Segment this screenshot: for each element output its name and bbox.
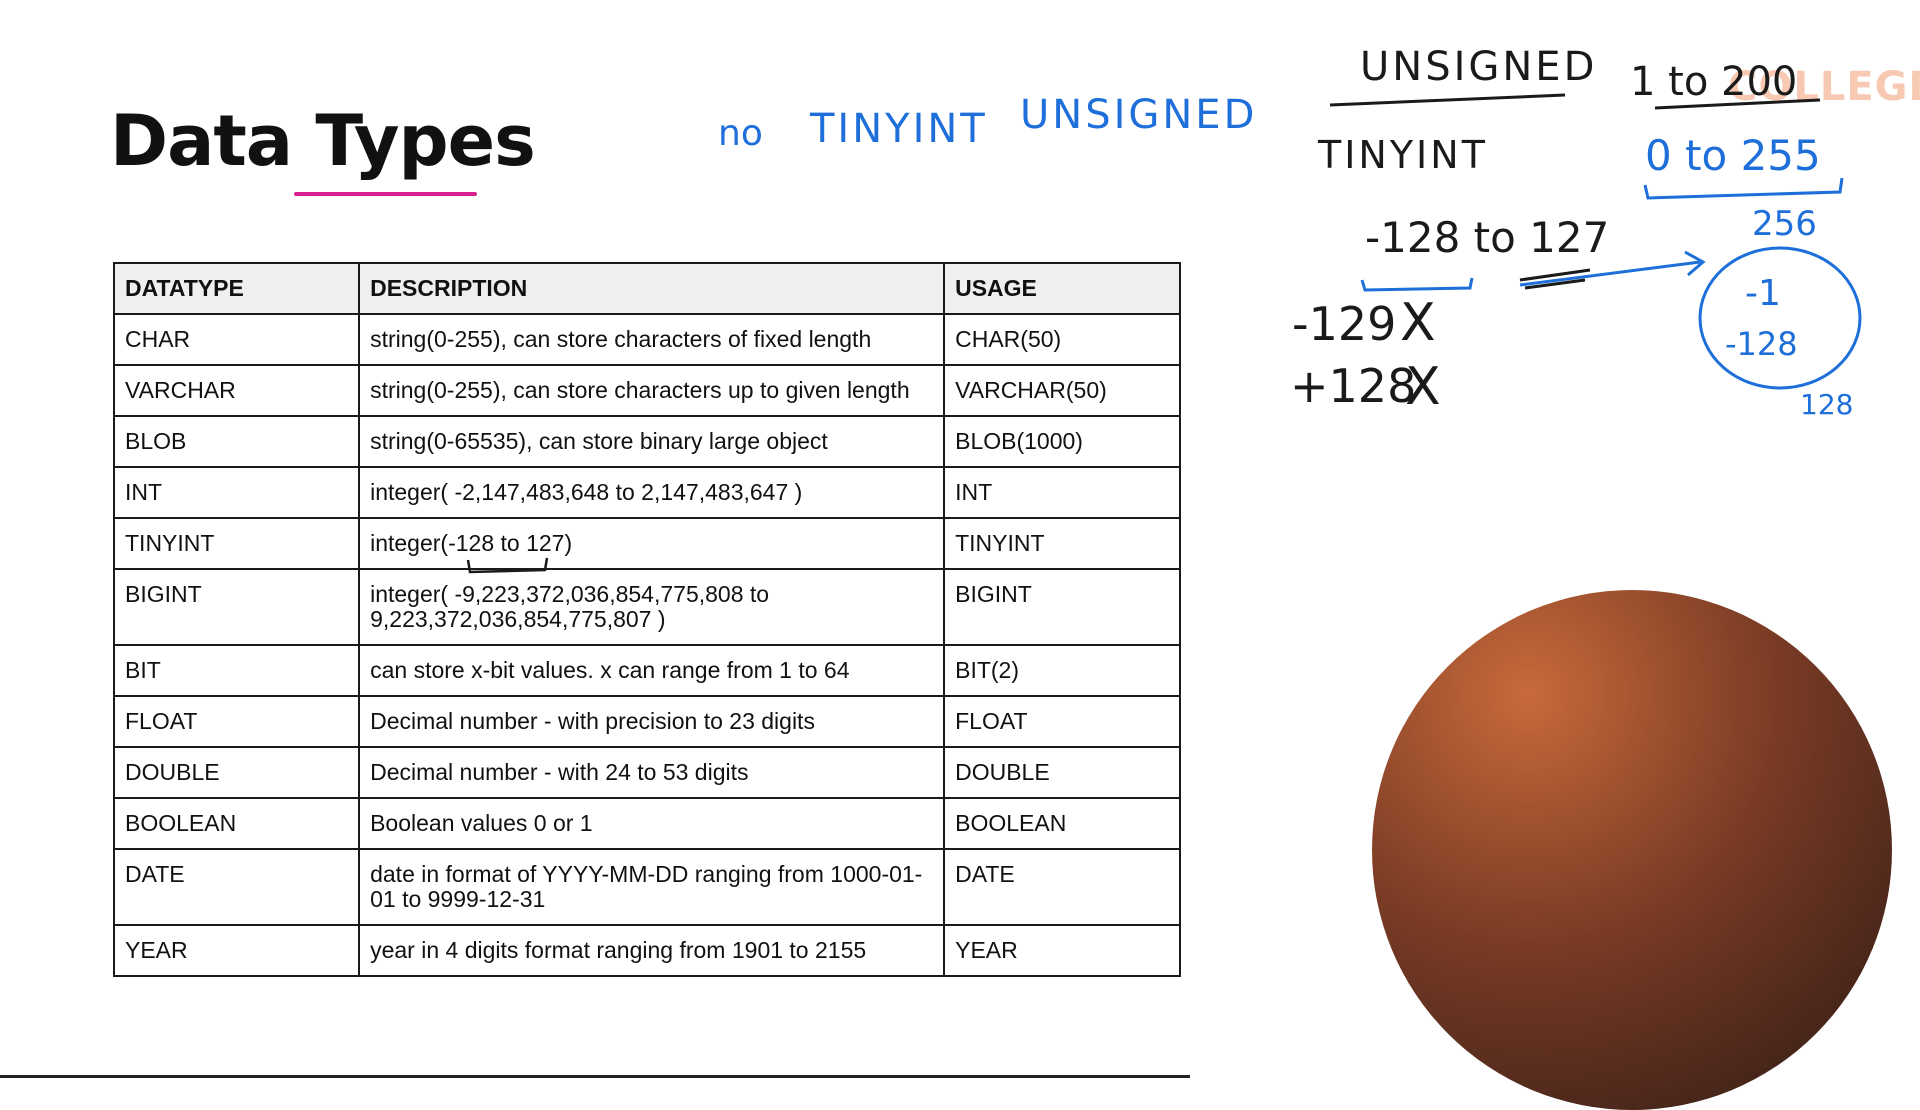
cell-description: year in 4 digits format ranging from 190…	[358, 924, 946, 977]
cell-usage: VARCHAR(50)	[943, 364, 1181, 417]
cell-description: string(0-255), can store characters of f…	[358, 313, 946, 366]
watermark-logo: COLLEGE	[1728, 64, 1920, 110]
cell-datatype: BIGINT	[112, 568, 361, 646]
cell-usage: BOOLEAN	[943, 797, 1181, 850]
bottom-divider	[0, 1075, 1190, 1078]
table-row: FLOAT Decimal number - with precision to …	[112, 695, 1181, 748]
unsigned-underline	[1329, 93, 1566, 107]
cell-usage: INT	[943, 466, 1181, 519]
cross-1: X	[1400, 293, 1436, 353]
table-row: VARCHAR string(0-255), can store characte…	[112, 364, 1181, 417]
count-256: 256	[1752, 204, 1817, 244]
table-header-row: DATATYPE DESCRIPTION USAGE	[112, 262, 1181, 315]
cell-usage: FLOAT	[943, 695, 1181, 748]
cell-usage: DOUBLE	[943, 746, 1181, 799]
cell-description: string(0-65535), can store binary large …	[358, 415, 946, 468]
cell-datatype: VARCHAR	[112, 364, 361, 417]
minus-129: -129	[1292, 297, 1396, 351]
cell-datatype: FLOAT	[112, 695, 361, 748]
arrow-head	[1684, 250, 1706, 277]
cell-usage: BIGINT	[943, 568, 1181, 646]
note-tinyint: TINYINT	[809, 106, 988, 152]
cell-description: integer( -9,223,372,036,854,775,808 to 9…	[358, 568, 946, 646]
cell-description: Decimal number - with precision to 23 di…	[358, 695, 946, 748]
title-underline	[294, 192, 477, 196]
cell-description: Boolean values 0 or 1	[358, 797, 946, 850]
table-row: CHAR string(0-255), can store characters …	[112, 313, 1181, 366]
presenter-webcam	[1372, 590, 1892, 1110]
plus-128: +128	[1290, 359, 1416, 413]
cell-description: Decimal number - with 24 to 53 digits	[358, 746, 946, 799]
cell-datatype: DOUBLE	[112, 746, 361, 799]
cell-description: integer( -2,147,483,648 to 2,147,483,647…	[358, 466, 946, 519]
circle-line-1: -1	[1745, 273, 1781, 314]
cell-datatype: BOOLEAN	[112, 797, 361, 850]
header-description: DESCRIPTION	[358, 262, 946, 315]
range-0-to-255: 0 to 255	[1645, 131, 1821, 180]
tinyint-label: TINYINT	[1317, 133, 1488, 177]
cell-description: string(0-255), can store characters up t…	[358, 364, 946, 417]
table-row: INT integer( -2,147,483,648 to 2,147,483,…	[112, 466, 1181, 519]
cell-datatype: CHAR	[112, 313, 361, 366]
cell-usage: DATE	[943, 848, 1181, 926]
cell-datatype: DATE	[112, 848, 361, 926]
cell-description: can store x-bit values. x can range from…	[358, 644, 946, 697]
cross-2: X	[1405, 357, 1441, 417]
cell-datatype: TINYINT	[112, 517, 361, 570]
range-brace	[1360, 277, 1474, 292]
arrow-line	[1519, 260, 1701, 287]
range-underline	[1519, 268, 1591, 290]
cell-usage: BLOB(1000)	[943, 415, 1181, 468]
cell-datatype: BIT	[112, 644, 361, 697]
table-row: YEAR year in 4 digits format ranging from…	[112, 924, 1181, 977]
table-row: BIGINT integer( -9,223,372,036,854,775,80…	[112, 568, 1181, 646]
header-datatype: DATATYPE	[112, 262, 361, 315]
signed-range: -128 to 127	[1365, 213, 1609, 262]
table-row: BOOLEAN Boolean values 0 or 1 BOOLEAN	[112, 797, 1181, 850]
cell-usage: YEAR	[943, 924, 1181, 977]
slide-title: Data Types	[110, 100, 536, 182]
cell-description: integer(-128 to 127)	[358, 517, 946, 570]
note-no: no	[718, 113, 763, 154]
table-row: DOUBLE Decimal number - with 24 to 53 dig…	[112, 746, 1181, 799]
cell-usage: CHAR(50)	[943, 313, 1181, 366]
header-usage: USAGE	[943, 262, 1181, 315]
cell-usage: BIT(2)	[943, 644, 1181, 697]
circle-line-2: -128	[1725, 325, 1798, 363]
cell-usage: TINYINT	[943, 517, 1181, 570]
cell-datatype: YEAR	[112, 924, 361, 977]
datatype-table: DATATYPE DESCRIPTION USAGE CHAR string(0-…	[112, 262, 1181, 977]
table-row: BLOB string(0-65535), can store binary la…	[112, 415, 1181, 468]
circle-annotation	[1698, 246, 1862, 390]
cell-datatype: BLOB	[112, 415, 361, 468]
table-row: DATE date in format of YYYY-MM-DD ranging…	[112, 848, 1181, 926]
unsigned-heading: UNSIGNED	[1360, 44, 1597, 90]
range-brace-2	[1643, 177, 1844, 200]
table-row: BIT can store x-bit values. x can range f…	[112, 644, 1181, 697]
note-unsigned: UNSIGNED	[1020, 92, 1257, 138]
cell-datatype: INT	[112, 466, 361, 519]
cell-description: date in format of YYYY-MM-DD ranging fro…	[358, 848, 946, 926]
table-row: TINYINT integer(-128 to 127) TINYINT	[112, 517, 1181, 570]
count-128: 128	[1800, 388, 1853, 421]
